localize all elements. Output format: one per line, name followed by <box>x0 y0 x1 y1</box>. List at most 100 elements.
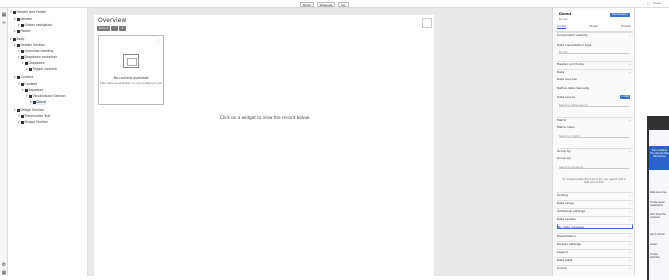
chevron-down-icon[interactable]: ▾ <box>10 37 12 41</box>
donut-widget[interactable]: ⋮ No content available This data visuali… <box>98 35 164 105</box>
go-chip[interactable]: Go <box>338 1 349 7</box>
tree-item[interactable]: ▾ Dropdown container <box>18 55 57 60</box>
chevron-down-icon[interactable]: ⌄ <box>628 234 631 239</box>
chevron-down-icon[interactable]: ▾ <box>14 29 16 33</box>
panel-row[interactable]: Metric label <box>557 125 633 130</box>
config-panel: Donut Donut Visualization Config Styles … <box>552 8 634 276</box>
panel-row[interactable]: Group by <box>557 156 633 161</box>
tree-item[interactable]: ▾ Trigger content <box>26 67 57 72</box>
chevron-down-icon[interactable]: ▾ <box>14 43 16 47</box>
chevron-down-icon[interactable]: ▾ <box>30 100 32 104</box>
tree-item[interactable]: ▾ Donut <box>30 100 47 105</box>
tree-item[interactable]: ▾ Bridge Section <box>14 108 44 113</box>
panel-row[interactable]: Sorting ⌄ <box>557 192 633 197</box>
chevron-down-icon[interactable]: ⌄ <box>628 149 631 154</box>
panel-row[interactable]: Additional settings ⌄ <box>557 208 633 213</box>
chevron-down-icon[interactable]: ⌄ <box>628 258 631 263</box>
layers-icon[interactable]: ▦ <box>1 12 7 18</box>
group-by-field[interactable]: Select a group by <box>559 165 629 169</box>
chevron-down-icon[interactable]: ⌄ <box>628 242 631 247</box>
chevron-down-icon[interactable]: ▾ <box>26 94 28 98</box>
panel-row[interactable]: Data label ⌄ <box>557 257 633 262</box>
tree-item[interactable]: ▾ Content <box>18 82 37 87</box>
panel-row[interactable]: Date range ⌄ <box>557 200 633 205</box>
panel-row[interactable]: Data ⌄ <box>557 69 633 74</box>
chevron-down-icon[interactable]: ▾ <box>22 88 24 92</box>
metric-field[interactable]: Select a metric <box>559 134 629 138</box>
viz-type-select[interactable]: Donut <box>559 50 629 54</box>
panel-row[interactable]: Header and footer ⌄ <box>557 61 633 66</box>
tree-item[interactable]: ▾ Visualization Section <box>26 94 66 99</box>
data-source-field[interactable]: Select a data source <box>559 103 629 107</box>
chevron-down-icon[interactable]: ⌄ <box>628 266 631 271</box>
tab-config[interactable]: Config <box>557 24 566 29</box>
close-button[interactable]: Close <box>653 1 661 5</box>
build-chip[interactable]: Build <box>300 1 314 7</box>
chevron-down-icon[interactable]: ▾ <box>18 55 20 59</box>
panel-row[interactable]: Data update ⌄ <box>557 216 633 221</box>
chevron-down-icon[interactable]: ⌄ <box>628 33 631 38</box>
tree-item[interactable]: ▾ Overview heading <box>18 49 53 54</box>
chevron-down-icon[interactable]: ▾ <box>18 114 20 118</box>
chevron-down-icon[interactable]: ⌄ <box>628 62 631 67</box>
component-icon <box>24 88 28 92</box>
maximize-icon[interactable]: □ <box>647 1 650 5</box>
panel-row[interactable]: Presentation ⌄ <box>557 233 633 238</box>
chevron-down-icon[interactable]: ⌄ <box>628 217 631 222</box>
widget-tag[interactable]: Donut <box>97 26 111 31</box>
chevron-down-icon[interactable]: ⌄ <box>628 209 631 214</box>
tree-item[interactable]: ▾ Content <box>14 75 33 80</box>
chevron-down-icon[interactable]: ▾ <box>18 120 20 124</box>
chevron-down-icon[interactable]: ▾ <box>18 49 20 53</box>
settings-icon[interactable]: ⚙ <box>1 262 7 268</box>
panel-row[interactable]: Group by ⌄ <box>557 148 633 153</box>
tree-item[interactable]: ▾ Global navigation <box>18 23 53 28</box>
tab-events[interactable]: Events <box>622 24 631 29</box>
visualization-button[interactable]: Visualization <box>609 13 630 17</box>
panel-row[interactable]: Data source <box>557 95 633 100</box>
panel-row[interactable]: Data sources <box>557 77 633 82</box>
panel-row[interactable]: No data message ⌄ <box>557 224 633 229</box>
panel-row[interactable]: Colors ⌄ <box>557 265 633 270</box>
close-icon[interactable]: ✕ <box>119 26 126 31</box>
chevron-down-icon[interactable]: ▾ <box>10 10 12 14</box>
chevron-down-icon[interactable]: ▾ <box>14 17 16 21</box>
panel-row[interactable]: Legend ⌄ <box>557 249 633 254</box>
chevron-down-icon[interactable]: ⌄ <box>628 201 631 206</box>
tree-item[interactable]: ▾ Header Section <box>14 43 45 48</box>
chevron-down-icon[interactable]: ▾ <box>18 23 20 27</box>
link-icon[interactable]: ∞ <box>1 20 7 26</box>
tree-item[interactable]: ▾ Header and Footer <box>10 10 46 15</box>
panel-row[interactable]: Data visualization type <box>557 43 633 48</box>
minimize-icon[interactable]: - <box>643 1 644 5</box>
chevron-down-icon[interactable]: ▾ <box>26 67 28 71</box>
component-icon <box>28 94 32 98</box>
chevron-down-icon[interactable]: ▾ <box>18 82 20 86</box>
chevron-down-icon[interactable]: ⌄ <box>628 250 631 255</box>
widget-menu-icon[interactable]: ⋮ <box>156 38 160 43</box>
tab-styles[interactable]: Styles <box>590 24 598 29</box>
chevron-down-icon[interactable]: ▾ <box>22 61 24 65</box>
tree-item[interactable]: ▾ Placeholder Text <box>18 114 51 119</box>
chevron-down-icon[interactable]: ⌄ <box>627 225 630 230</box>
chevron-down-icon[interactable]: ⌄ <box>628 118 631 123</box>
scope-chip[interactable]: Sitewide <box>316 1 336 7</box>
chevron-down-icon[interactable]: ▾ <box>14 108 16 112</box>
tree-item[interactable]: ▾ Footer <box>14 29 31 34</box>
tree-item[interactable]: ▾ Repeater <box>22 88 43 93</box>
grid-icon[interactable]: ▦ <box>1 270 7 276</box>
chevron-down-icon[interactable]: ⌄ <box>628 193 631 198</box>
panel-row[interactable]: Define data manually <box>557 86 633 91</box>
panel-row[interactable]: Component visibility ⌄ <box>557 32 633 37</box>
page-corner-icon[interactable] <box>422 18 432 28</box>
chevron-down-icon[interactable]: ⌄ <box>628 70 631 75</box>
panel-row-label: Date range <box>557 201 574 205</box>
panel-row[interactable]: Metric ⌄ <box>557 117 633 122</box>
tree-item[interactable]: ▾ Header <box>14 17 32 22</box>
more-icon[interactable]: ⋮ <box>111 26 119 31</box>
tree-item[interactable]: ▾ Body <box>10 37 25 42</box>
tree-item[interactable]: ▾ Bridge Section <box>18 120 48 125</box>
tree-item[interactable]: ▾ Dropdown <box>22 61 45 66</box>
panel-row[interactable]: Display settings ⌄ <box>557 241 633 246</box>
chevron-down-icon[interactable]: ▾ <box>14 75 16 79</box>
